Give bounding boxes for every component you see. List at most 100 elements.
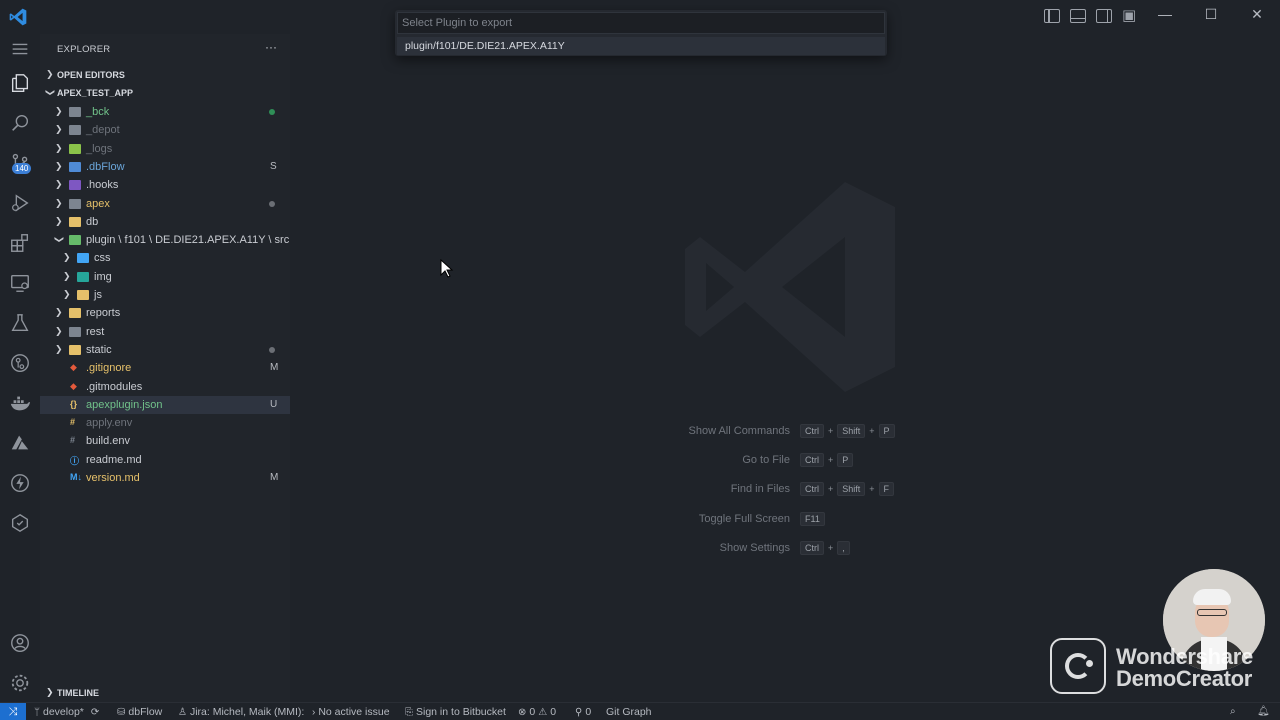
keycap: F: [878, 482, 895, 497]
tree-folder[interactable]: ❯ css: [40, 249, 290, 267]
tree-folder[interactable]: ❯ img: [40, 268, 290, 286]
vscode-logo-icon[interactable]: [8, 7, 28, 27]
keycap: Ctrl: [800, 540, 824, 555]
tree-file[interactable]: M↓ version.md M: [40, 469, 290, 487]
chevron-right-icon: ❯: [63, 270, 71, 281]
tree-file[interactable]: ◆ .gitignore M: [40, 359, 290, 377]
dbflow-status[interactable]: ⛁ dbFlow: [117, 706, 162, 718]
folder-icon: [77, 253, 89, 264]
activity-bar: 140: [0, 34, 40, 704]
branch-status[interactable]: ᛘ develop* ⟳: [34, 706, 99, 718]
quick-pick-input[interactable]: Select Plugin to export: [397, 12, 885, 34]
tree-item-label: _bck: [86, 106, 110, 118]
run-debug-icon[interactable]: [8, 191, 32, 215]
open-editors-section[interactable]: ❯ OPEN EDITORS: [40, 67, 290, 85]
settings-gear-icon[interactable]: [8, 671, 32, 695]
azure-icon[interactable]: [8, 431, 32, 455]
git-status-dot: [269, 109, 275, 115]
tree-item-label: _depot: [86, 124, 120, 137]
thunder-icon[interactable]: [8, 471, 32, 495]
toggle-panel-icon[interactable]: [1070, 9, 1086, 23]
tree-folder[interactable]: ❯ static: [40, 341, 290, 359]
timeline-section[interactable]: ❯ TIMELINE: [40, 684, 290, 702]
testing-icon[interactable]: [8, 311, 32, 335]
tree-item-label: apex: [86, 197, 110, 210]
tree-item-label: .hooks: [86, 179, 119, 192]
maximize-button[interactable]: ☐: [1201, 6, 1221, 23]
chevron-right-icon: ❯: [55, 124, 63, 135]
keycap: Shift: [837, 424, 866, 438]
tree-item-label: plugin \ f101 \ DE.DIE21.APEX.A11Y \ src: [86, 234, 290, 247]
tree-folder[interactable]: ❯ .hooks: [40, 176, 290, 194]
watermark-line2: DemoCreator: [1116, 666, 1253, 691]
tree-folder[interactable]: ❯ _depot: [40, 121, 290, 139]
toggle-primary-sidebar-icon[interactable]: [1044, 9, 1060, 23]
chevron-right-icon: ❯: [63, 289, 71, 299]
close-button[interactable]: ✕: [1247, 6, 1267, 23]
folder-icon: [69, 125, 81, 136]
toggle-secondary-sidebar-icon[interactable]: [1096, 9, 1112, 23]
problems-status[interactable]: ⊗ 0 ⚠ 0: [518, 706, 556, 718]
key-separator: +: [869, 426, 875, 436]
tree-item-label: apexplugin.json: [86, 398, 163, 411]
folder-icon: [69, 216, 81, 227]
tree-folder[interactable]: ❯ .dbFlow S: [40, 158, 290, 176]
shortcut-keys: Ctrl +,: [800, 540, 850, 555]
tree-file[interactable]: # build.env: [40, 432, 290, 450]
search-icon[interactable]: [8, 111, 32, 135]
minimize-button[interactable]: —: [1155, 6, 1175, 22]
menu-icon[interactable]: [8, 37, 32, 61]
tree-folder[interactable]: ❯ reports: [40, 304, 290, 322]
git-status-badge: U: [270, 398, 278, 410]
issue-status[interactable]: › No active issue: [312, 706, 390, 718]
tree-folder[interactable]: ❯ apex: [40, 195, 290, 213]
tree-folder[interactable]: ❯ rest: [40, 323, 290, 341]
editor-area: [290, 34, 1280, 704]
layout-controls: [1044, 6, 1138, 24]
remote-explorer-icon[interactable]: [8, 271, 32, 295]
tree-item-label: .gitmodules: [86, 380, 143, 393]
zoom-icon[interactable]: ⌕: [1230, 706, 1236, 717]
explorer-icon[interactable]: [8, 71, 32, 95]
tree-file[interactable]: ⓘ readme.md: [40, 451, 290, 469]
ports-status[interactable]: ⚲ 0: [575, 706, 591, 718]
tree-file[interactable]: ◆ .gitmodules: [40, 378, 290, 396]
tree-item-label: db: [86, 215, 99, 228]
keycap: F11: [800, 511, 825, 526]
tree-item-label: .dbFlow: [86, 160, 125, 173]
docker-icon[interactable]: [8, 391, 32, 415]
chevron-right-icon: ❯: [55, 343, 63, 354]
git-graph-status[interactable]: Git Graph: [606, 706, 652, 718]
customize-layout-icon[interactable]: [1122, 6, 1138, 24]
accounts-icon[interactable]: [8, 631, 32, 655]
bitbucket-status[interactable]: ⎘ Sign in to Bitbucket: [405, 706, 506, 718]
folder-icon: [69, 308, 81, 319]
chevron-right-icon: ❯: [55, 106, 63, 116]
remote-indicator[interactable]: ⤨: [0, 703, 26, 720]
workspace-section[interactable]: ❯ APEX_TEST_APP: [40, 85, 290, 103]
sync-icon[interactable]: ⟳: [91, 707, 99, 718]
folder-icon: [69, 143, 81, 154]
keycap: P: [837, 453, 854, 468]
tree-file[interactable]: # apply.env: [40, 414, 290, 432]
tree-item-label: build.env: [86, 435, 131, 448]
quick-pick-item[interactable]: plugin/f101/DE.DIE21.APEX.A11Y: [397, 37, 885, 55]
notifications-bell-icon[interactable]: 🔔︎: [1257, 706, 1270, 717]
env-file-icon: #: [70, 417, 76, 428]
jira-status[interactable]: ♙ Jira: Michel, Maik (MMI):: [178, 706, 304, 718]
ports-icon: ⚲: [575, 706, 583, 718]
tree-item-label: reports: [86, 307, 121, 320]
more-actions-icon[interactable]: ···: [265, 40, 277, 54]
tree-folder[interactable]: ❯ js: [40, 286, 290, 304]
tree-file[interactable]: {} apexplugin.json U: [40, 395, 290, 414]
folder-icon: [69, 198, 81, 209]
gitlens-icon[interactable]: [8, 351, 32, 375]
chevron-right-icon: ❯: [55, 215, 63, 226]
tree-folder[interactable]: ❯ plugin \ f101 \ DE.DIE21.APEX.A11Y \ sr…: [40, 231, 290, 249]
tree-folder[interactable]: ❯ db: [40, 213, 290, 231]
tree-folder[interactable]: ❯ _bck: [40, 103, 290, 121]
git-graph-icon[interactable]: [8, 511, 32, 535]
tree-folder[interactable]: ❯ _logs: [40, 140, 290, 158]
extensions-icon[interactable]: [8, 231, 32, 255]
person-icon: ♙: [178, 706, 187, 718]
